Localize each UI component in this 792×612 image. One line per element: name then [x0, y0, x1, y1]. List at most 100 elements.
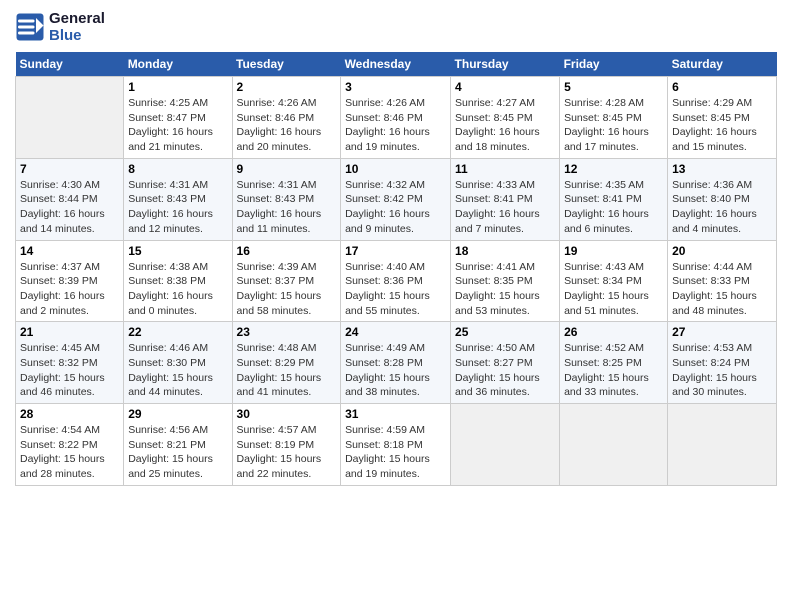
calendar-cell: 3 Sunrise: 4:26 AMSunset: 8:46 PMDaylight… — [341, 77, 451, 159]
day-info: Sunrise: 4:50 AMSunset: 8:27 PMDaylight:… — [455, 341, 555, 400]
calendar-cell: 16Sunrise: 4:39 AMSunset: 8:37 PMDayligh… — [232, 240, 341, 322]
day-number: 26 — [564, 325, 663, 339]
day-number: 24 — [345, 325, 446, 339]
day-info: Sunrise: 4:48 AMSunset: 8:29 PMDaylight:… — [237, 341, 337, 400]
calendar-cell: 28 Sunrise: 4:54 AMSunset: 8:22 PMDayligh… — [16, 404, 124, 486]
calendar-cell: 25 Sunrise: 4:50 AMSunset: 8:27 PMDayligh… — [451, 322, 560, 404]
calendar-cell: 17 Sunrise: 4:40 AMSunset: 8:36 PMDayligh… — [341, 240, 451, 322]
weekday-header-friday: Friday — [560, 52, 668, 77]
day-number: 21 — [20, 325, 119, 339]
day-number: 13 — [672, 162, 772, 176]
logo-text: General Blue — [49, 10, 105, 44]
calendar-cell: 13Sunrise: 4:36 AMSunset: 8:40 PMDayligh… — [668, 158, 777, 240]
day-number: 8 — [128, 162, 227, 176]
day-info: Sunrise: 4:33 AMSunset: 8:41 PMDaylight:… — [455, 178, 555, 237]
day-number: 1 — [128, 80, 227, 94]
day-info: Sunrise: 4:26 AMSunset: 8:46 PMDaylight:… — [237, 96, 337, 155]
day-info: Sunrise: 4:27 AMSunset: 8:45 PMDaylight:… — [455, 96, 555, 155]
day-info: Sunrise: 4:59 AMSunset: 8:18 PMDaylight:… — [345, 423, 446, 482]
day-number: 27 — [672, 325, 772, 339]
logo-icon — [15, 12, 45, 42]
calendar-cell — [668, 404, 777, 486]
day-number: 7 — [20, 162, 119, 176]
day-number: 30 — [237, 407, 337, 421]
weekday-header-tuesday: Tuesday — [232, 52, 341, 77]
day-info: Sunrise: 4:53 AMSunset: 8:24 PMDaylight:… — [672, 341, 772, 400]
calendar-cell: 1 Sunrise: 4:25 AMSunset: 8:47 PMDaylight… — [124, 77, 232, 159]
day-info: Sunrise: 4:29 AMSunset: 8:45 PMDaylight:… — [672, 96, 772, 155]
calendar-cell: 18 Sunrise: 4:41 AMSunset: 8:35 PMDayligh… — [451, 240, 560, 322]
day-info: Sunrise: 4:57 AMSunset: 8:19 PMDaylight:… — [237, 423, 337, 482]
main-container: General Blue SundayMondayTuesdayWednesda… — [0, 0, 792, 496]
calendar-cell: 19 Sunrise: 4:43 AMSunset: 8:34 PMDayligh… — [560, 240, 668, 322]
logo: General Blue — [15, 10, 105, 44]
day-info: Sunrise: 4:25 AMSunset: 8:47 PMDaylight:… — [128, 96, 227, 155]
day-number: 4 — [455, 80, 555, 94]
day-number: 31 — [345, 407, 446, 421]
weekday-header-row: SundayMondayTuesdayWednesdayThursdayFrid… — [16, 52, 777, 77]
calendar-cell — [560, 404, 668, 486]
day-info: Sunrise: 4:31 AMSunset: 8:43 PMDaylight:… — [128, 178, 227, 237]
day-info: Sunrise: 4:45 AMSunset: 8:32 PMDaylight:… — [20, 341, 119, 400]
day-info: Sunrise: 4:54 AMSunset: 8:22 PMDaylight:… — [20, 423, 119, 482]
weekday-header-wednesday: Wednesday — [341, 52, 451, 77]
day-number: 19 — [564, 244, 663, 258]
weekday-header-thursday: Thursday — [451, 52, 560, 77]
calendar-week-3: 14 Sunrise: 4:37 AMSunset: 8:39 PMDayligh… — [16, 240, 777, 322]
day-info: Sunrise: 4:28 AMSunset: 8:45 PMDaylight:… — [564, 96, 663, 155]
day-number: 5 — [564, 80, 663, 94]
calendar-week-5: 28 Sunrise: 4:54 AMSunset: 8:22 PMDayligh… — [16, 404, 777, 486]
calendar-cell: 10 Sunrise: 4:32 AMSunset: 8:42 PMDayligh… — [341, 158, 451, 240]
day-info: Sunrise: 4:40 AMSunset: 8:36 PMDaylight:… — [345, 260, 446, 319]
calendar-cell: 26 Sunrise: 4:52 AMSunset: 8:25 PMDayligh… — [560, 322, 668, 404]
day-info: Sunrise: 4:44 AMSunset: 8:33 PMDaylight:… — [672, 260, 772, 319]
calendar-table: SundayMondayTuesdayWednesdayThursdayFrid… — [15, 52, 777, 486]
day-number: 16 — [237, 244, 337, 258]
day-info: Sunrise: 4:30 AMSunset: 8:44 PMDaylight:… — [20, 178, 119, 237]
calendar-cell: 20 Sunrise: 4:44 AMSunset: 8:33 PMDayligh… — [668, 240, 777, 322]
day-info: Sunrise: 4:41 AMSunset: 8:35 PMDaylight:… — [455, 260, 555, 319]
day-number: 18 — [455, 244, 555, 258]
day-number: 23 — [237, 325, 337, 339]
day-number: 10 — [345, 162, 446, 176]
calendar-cell: 29Sunrise: 4:56 AMSunset: 8:21 PMDayligh… — [124, 404, 232, 486]
calendar-cell: 5 Sunrise: 4:28 AMSunset: 8:45 PMDaylight… — [560, 77, 668, 159]
calendar-cell: 24Sunrise: 4:49 AMSunset: 8:28 PMDayligh… — [341, 322, 451, 404]
calendar-cell — [451, 404, 560, 486]
calendar-cell: 23 Sunrise: 4:48 AMSunset: 8:29 PMDayligh… — [232, 322, 341, 404]
day-number: 15 — [128, 244, 227, 258]
day-number: 3 — [345, 80, 446, 94]
calendar-cell: 22Sunrise: 4:46 AMSunset: 8:30 PMDayligh… — [124, 322, 232, 404]
calendar-week-1: 1 Sunrise: 4:25 AMSunset: 8:47 PMDaylight… — [16, 77, 777, 159]
calendar-cell: 8 Sunrise: 4:31 AMSunset: 8:43 PMDaylight… — [124, 158, 232, 240]
day-info: Sunrise: 4:38 AMSunset: 8:38 PMDaylight:… — [128, 260, 227, 319]
day-number: 29 — [128, 407, 227, 421]
calendar-cell: 4 Sunrise: 4:27 AMSunset: 8:45 PMDaylight… — [451, 77, 560, 159]
day-number: 28 — [20, 407, 119, 421]
weekday-header-saturday: Saturday — [668, 52, 777, 77]
day-info: Sunrise: 4:35 AMSunset: 8:41 PMDaylight:… — [564, 178, 663, 237]
calendar-cell: 11 Sunrise: 4:33 AMSunset: 8:41 PMDayligh… — [451, 158, 560, 240]
calendar-cell: 7 Sunrise: 4:30 AMSunset: 8:44 PMDaylight… — [16, 158, 124, 240]
day-number: 14 — [20, 244, 119, 258]
calendar-cell: 2 Sunrise: 4:26 AMSunset: 8:46 PMDaylight… — [232, 77, 341, 159]
day-info: Sunrise: 4:37 AMSunset: 8:39 PMDaylight:… — [20, 260, 119, 319]
calendar-week-2: 7 Sunrise: 4:30 AMSunset: 8:44 PMDaylight… — [16, 158, 777, 240]
day-number: 25 — [455, 325, 555, 339]
calendar-cell: 14 Sunrise: 4:37 AMSunset: 8:39 PMDayligh… — [16, 240, 124, 322]
day-number: 6 — [672, 80, 772, 94]
day-info: Sunrise: 4:32 AMSunset: 8:42 PMDaylight:… — [345, 178, 446, 237]
day-info: Sunrise: 4:52 AMSunset: 8:25 PMDaylight:… — [564, 341, 663, 400]
day-info: Sunrise: 4:26 AMSunset: 8:46 PMDaylight:… — [345, 96, 446, 155]
day-info: Sunrise: 4:43 AMSunset: 8:34 PMDaylight:… — [564, 260, 663, 319]
header: General Blue — [15, 10, 777, 44]
day-info: Sunrise: 4:31 AMSunset: 8:43 PMDaylight:… — [237, 178, 337, 237]
calendar-cell: 31 Sunrise: 4:59 AMSunset: 8:18 PMDayligh… — [341, 404, 451, 486]
calendar-cell: 30 Sunrise: 4:57 AMSunset: 8:19 PMDayligh… — [232, 404, 341, 486]
day-number: 17 — [345, 244, 446, 258]
day-number: 2 — [237, 80, 337, 94]
day-number: 11 — [455, 162, 555, 176]
calendar-cell: 9Sunrise: 4:31 AMSunset: 8:43 PMDaylight… — [232, 158, 341, 240]
day-number: 20 — [672, 244, 772, 258]
day-number: 12 — [564, 162, 663, 176]
